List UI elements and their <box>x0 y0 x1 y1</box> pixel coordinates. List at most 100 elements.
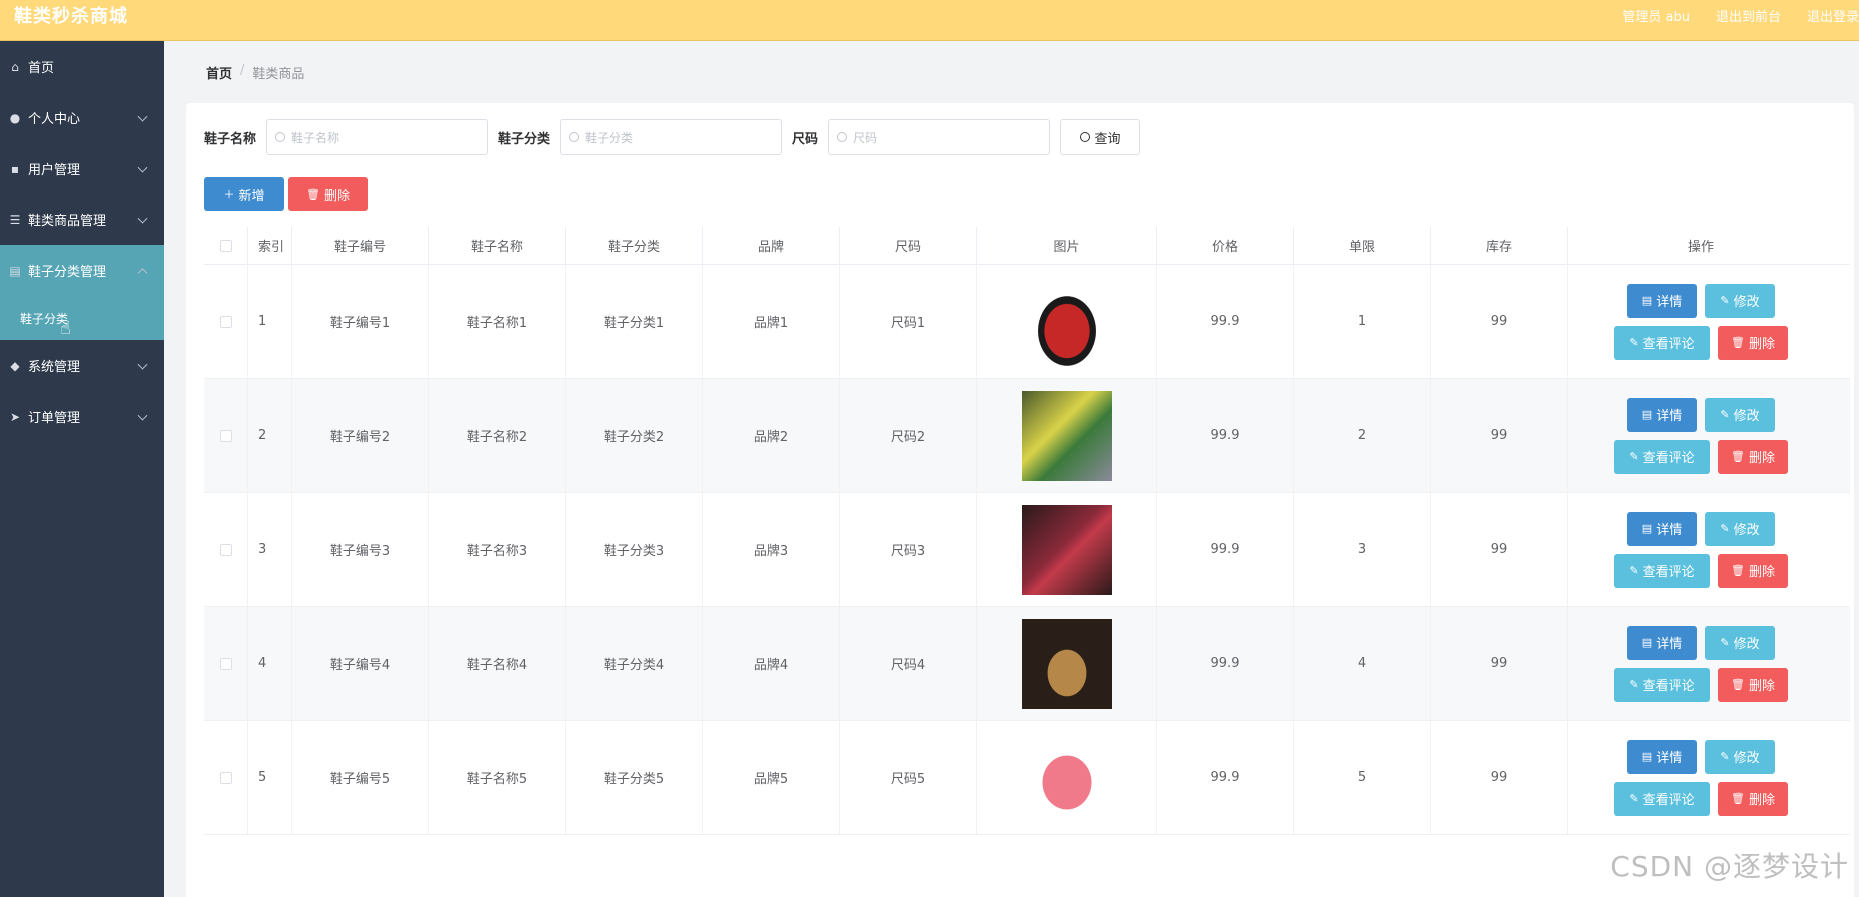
delete-button[interactable]: 🗑 删除 <box>1718 439 1788 474</box>
top-bar-actions: 管理员 abu 退出到前台 退出登录 <box>1622 6 1859 25</box>
view-comments-button[interactable]: ✎ 查看评论 <box>1614 439 1710 474</box>
edit-button[interactable]: ✎ 修改 <box>1705 283 1775 318</box>
edit-button[interactable]: ✎ 修改 <box>1705 397 1775 432</box>
column-header: 图片 <box>977 227 1157 264</box>
edit-icon: ✎ <box>1720 750 1730 763</box>
sidebar-item-label: 个人中心 <box>28 112 81 127</box>
select-all-checkbox-cell <box>204 227 248 264</box>
sidebar-item-system[interactable]: ◆ 系统管理 <box>0 340 164 391</box>
view-comments-button[interactable]: ✎ 查看评论 <box>1614 325 1710 360</box>
shoe-image <box>1021 732 1112 823</box>
select-all-checkbox[interactable] <box>219 239 232 252</box>
delete-button[interactable]: 🗑 删除 <box>1718 667 1788 702</box>
view-comments-button[interactable]: ✎ 查看评论 <box>1614 553 1710 588</box>
category-search-input[interactable]: 鞋子分类 <box>560 119 783 155</box>
send-icon: ➤ <box>9 409 21 424</box>
size-search-label: 尺码 <box>792 131 819 147</box>
edit-label: 修改 <box>1733 637 1760 652</box>
delete-label: 删除 <box>1748 451 1775 466</box>
sidebar-item-categories[interactable]: ▤ 鞋子分类管理 <box>0 245 164 296</box>
stock-cell: 99 <box>1431 265 1568 378</box>
stock-cell: 99 <box>1431 607 1568 720</box>
price-cell: 99.9 <box>1157 721 1294 834</box>
detail-button[interactable]: ▤ 详情 <box>1627 739 1697 774</box>
edit-button[interactable]: ✎ 修改 <box>1705 739 1775 774</box>
sidebar-item-label: 鞋子分类管理 <box>28 265 107 280</box>
logout-link[interactable]: 退出登录 <box>1807 6 1859 25</box>
bulk-delete-label: 删除 <box>323 188 350 204</box>
query-button[interactable]: 查询 <box>1060 119 1141 155</box>
row-checkbox[interactable] <box>219 429 232 442</box>
delete-button[interactable]: 🗑 删除 <box>1718 781 1788 816</box>
row-checkbox-cell <box>204 721 248 834</box>
submenu-item-shoe-category[interactable]: 鞋子分类 <box>0 296 164 340</box>
sidebar-item-orders[interactable]: ➤ 订单管理 <box>0 391 164 442</box>
row-checkbox[interactable] <box>219 657 232 670</box>
detail-button[interactable]: ▤ 详情 <box>1627 625 1697 660</box>
column-header: 鞋子名称 <box>429 227 566 264</box>
detail-button[interactable]: ▤ 详情 <box>1627 283 1697 318</box>
chevron-up-icon <box>137 267 148 278</box>
trash-icon: 🗑 <box>1731 450 1745 463</box>
table-row: 2 鞋子编号2 鞋子名称2 鞋子分类2 品牌2 尺码2 99.9 2 99 ▤ 详… <box>204 379 1850 493</box>
row-actions: ▤ 详情 ✎ 修改 ✎ 查看评论 🗑 删除 <box>1614 283 1788 360</box>
delete-button[interactable]: 🗑 删除 <box>1718 325 1788 360</box>
index-cell: 3 <box>248 493 292 606</box>
edit-icon: ✎ <box>1629 564 1639 577</box>
add-button[interactable]: ＋ 新增 <box>204 177 284 211</box>
sidebar-item-profile[interactable]: ● 个人中心 <box>0 92 164 143</box>
delete-label: 删除 <box>1748 337 1775 352</box>
name-cell: 鞋子名称4 <box>429 607 566 720</box>
edit-button[interactable]: ✎ 修改 <box>1705 511 1775 546</box>
trash-icon: 🗑 <box>306 187 320 201</box>
view-comments-label: 查看评论 <box>1642 793 1695 808</box>
category-search-placeholder: 鞋子分类 <box>585 130 634 145</box>
brand-cell: 品牌1 <box>703 265 840 378</box>
sidebar-item-users[interactable]: ▪ 用户管理 <box>0 143 164 194</box>
bulk-delete-button[interactable]: 🗑 删除 <box>288 177 368 211</box>
brand-cell: 品牌2 <box>703 379 840 492</box>
stock-cell: 99 <box>1431 379 1568 492</box>
row-checkbox-cell <box>204 379 248 492</box>
document-icon: ▤ <box>1641 522 1653 535</box>
chevron-down-icon <box>137 111 148 122</box>
to-front-link[interactable]: 退出到前台 <box>1716 6 1781 25</box>
row-checkbox[interactable] <box>219 771 232 784</box>
sidebar-item-products[interactable]: ☰ 鞋类商品管理 <box>0 194 164 245</box>
table-body: 1 鞋子编号1 鞋子名称1 鞋子分类1 品牌1 尺码1 99.9 1 99 ▤ 详… <box>204 265 1850 835</box>
trash-icon: 🗑 <box>1731 564 1745 577</box>
table-header: 索引 鞋子编号 鞋子名称 鞋子分类 品牌 尺码 图片 价格 单限 库存 操作 <box>204 227 1850 265</box>
row-checkbox[interactable] <box>219 315 232 328</box>
edit-button[interactable]: ✎ 修改 <box>1705 625 1775 660</box>
app-title: 鞋类秒杀商城 <box>14 6 128 27</box>
view-comments-button[interactable]: ✎ 查看评论 <box>1614 781 1710 816</box>
size-search-input[interactable]: 尺码 <box>828 119 1051 155</box>
image-cell <box>977 265 1157 378</box>
view-comments-button[interactable]: ✎ 查看评论 <box>1614 667 1710 702</box>
detail-button[interactable]: ▤ 详情 <box>1627 511 1697 546</box>
stock-cell: 99 <box>1431 493 1568 606</box>
delete-button[interactable]: 🗑 删除 <box>1718 553 1788 588</box>
row-checkbox[interactable] <box>219 543 232 556</box>
detail-button[interactable]: ▤ 详情 <box>1627 397 1697 432</box>
size-cell: 尺码2 <box>840 379 977 492</box>
code-cell: 鞋子编号2 <box>292 379 429 492</box>
column-header: 索引 <box>248 227 292 264</box>
image-cell <box>977 379 1157 492</box>
row-actions-line: ✎ 查看评论 🗑 删除 <box>1614 325 1788 360</box>
name-search-input[interactable]: 鞋子名称 <box>266 119 489 155</box>
chevron-down-icon <box>137 213 148 224</box>
index-cell: 1 <box>248 265 292 378</box>
sidebar-item-home[interactable]: ⌂ 首页 <box>0 41 164 92</box>
edit-icon: ✎ <box>1720 408 1730 421</box>
sidebar-item-label: 首页 <box>28 61 55 76</box>
breadcrumb-home[interactable]: 首页 <box>206 63 232 82</box>
watermark: CSDN @逐梦设计 <box>1610 850 1849 883</box>
stock-cell: 99 <box>1431 721 1568 834</box>
shoe-image <box>1021 390 1112 481</box>
image-cell <box>977 607 1157 720</box>
user-icon: ● <box>9 110 21 125</box>
code-cell: 鞋子编号1 <box>292 265 429 378</box>
column-header: 价格 <box>1157 227 1294 264</box>
size-cell: 尺码3 <box>840 493 977 606</box>
